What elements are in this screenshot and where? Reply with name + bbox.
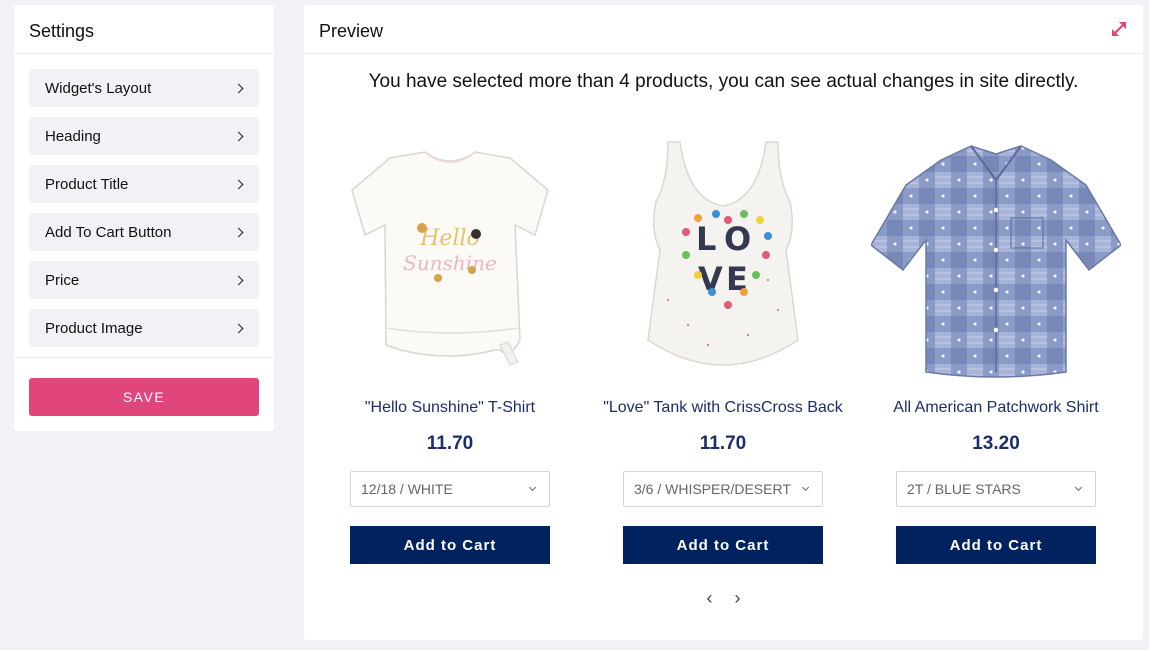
settings-item-label: Price (45, 271, 80, 289)
white-tshirt-image[interactable]: Hello Sunshine (325, 135, 575, 385)
expand-arrows-icon[interactable] (1109, 19, 1129, 39)
product-title[interactable]: "Love" Tank with CrissCross Back (598, 399, 848, 417)
variant-value: 12/18 / WHITE (361, 481, 453, 497)
variant-select[interactable]: 3/6 / WHISPER/DESERT (623, 471, 823, 507)
preview-title: Preview (319, 21, 384, 41)
save-button[interactable]: SAVE (29, 378, 259, 416)
settings-item-label: Widget's Layout (45, 79, 152, 97)
variant-select[interactable]: 12/18 / WHITE (350, 471, 550, 507)
svg-text:L: L (696, 220, 716, 258)
love-tank-image[interactable]: LO VE (598, 135, 848, 385)
chevron-down-icon (528, 483, 537, 492)
carousel-next-button[interactable]: › (735, 588, 741, 609)
variant-select[interactable]: 2T / BLUE STARS (896, 471, 1096, 507)
add-to-cart-button[interactable]: Add to Cart (623, 526, 823, 564)
settings-item-label: Add To Cart Button (45, 223, 172, 241)
chevron-right-icon (233, 83, 244, 93)
settings-list: Widget's Layout Heading Product Title Ad… (14, 54, 274, 347)
svg-text:Sunshine: Sunshine (403, 251, 497, 275)
product-price: 11.70 (699, 433, 747, 454)
settings-title: Settings (14, 5, 274, 54)
preview-panel: Preview You have selected more than 4 pr… (304, 5, 1143, 640)
product-title[interactable]: "Hello Sunshine" T-Shirt (325, 399, 575, 417)
settings-item-product-title[interactable]: Product Title (29, 165, 259, 203)
product-price: 11.70 (426, 433, 474, 454)
carousel-prev-button[interactable]: ‹ (707, 588, 713, 609)
product-title[interactable]: All American Patchwork Shirt (871, 399, 1121, 417)
settings-item-heading[interactable]: Heading (29, 117, 259, 155)
settings-item-price[interactable]: Price (29, 261, 259, 299)
variant-value: 2T / BLUE STARS (907, 481, 1021, 497)
chevron-down-icon (801, 483, 810, 492)
add-to-cart-button[interactable]: Add to Cart (896, 526, 1096, 564)
preview-header: Preview (304, 5, 1143, 54)
settings-item-label: Product Title (45, 175, 129, 193)
svg-text:O: O (724, 220, 751, 258)
chevron-right-icon (233, 275, 244, 285)
chevron-right-icon (233, 131, 244, 141)
patchwork-shirt-image[interactable] (871, 135, 1121, 385)
variant-value: 3/6 / WHISPER/DESERT (634, 481, 791, 497)
preview-notice: You have selected more than 4 products, … (368, 71, 1079, 92)
add-to-cart-button[interactable]: Add to Cart (350, 526, 550, 564)
carousel-pager: ‹ › (304, 588, 1143, 609)
settings-item-add-to-cart-button[interactable]: Add To Cart Button (29, 213, 259, 251)
product-card: All American Patchwork Shirt 13.20 2T / … (871, 135, 1121, 564)
product-card: Hello Sunshine "Hello Sunshine" T-Shirt … (325, 135, 575, 564)
product-card: LO VE "Love" Tank with CrissCross Back 1… (598, 135, 848, 564)
product-price: 13.20 (972, 433, 1020, 454)
settings-item-product-image[interactable]: Product Image (29, 309, 259, 347)
settings-item-widgets-layout[interactable]: Widget's Layout (29, 69, 259, 107)
settings-divider (14, 357, 274, 358)
chevron-right-icon (233, 227, 244, 237)
chevron-right-icon (233, 323, 244, 333)
chevron-right-icon (233, 179, 244, 189)
settings-item-label: Product Image (45, 319, 143, 337)
settings-panel: Settings Widget's Layout Heading Product… (14, 5, 274, 431)
chevron-down-icon (1074, 483, 1083, 492)
settings-item-label: Heading (45, 127, 101, 145)
svg-text:Hello: Hello (419, 226, 480, 251)
